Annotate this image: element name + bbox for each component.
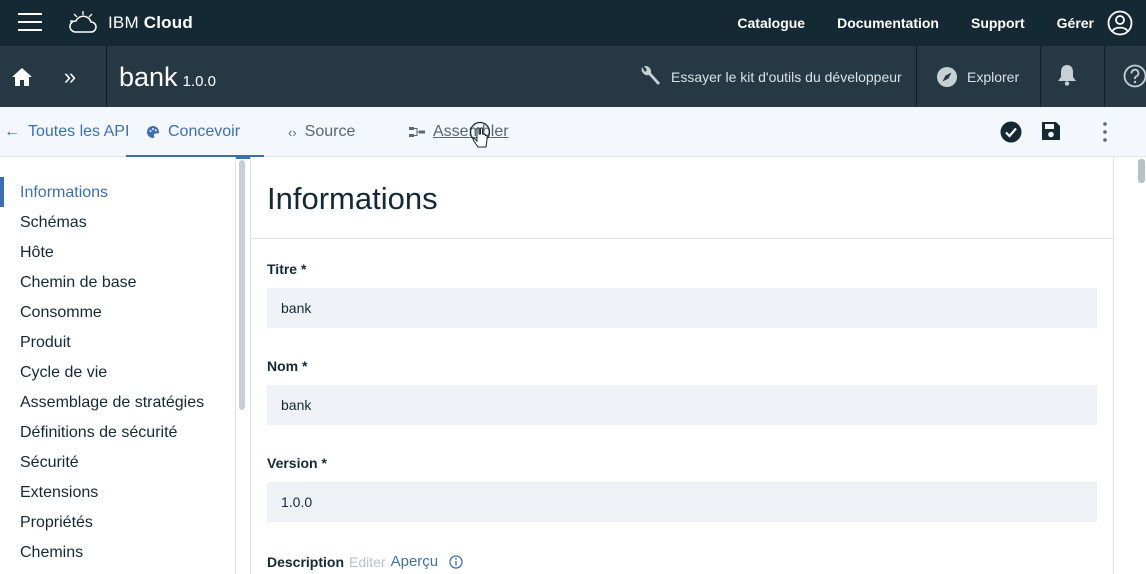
section-title: Informations: [267, 181, 438, 216]
sidebar-item-extensions[interactable]: Extensions: [20, 484, 98, 502]
api-name: bank: [119, 62, 178, 92]
hand-pointer-cursor-icon: [470, 121, 490, 148]
compass-icon: [937, 66, 957, 87]
home-icon: [12, 67, 32, 86]
active-item-indicator: [0, 177, 4, 207]
description-header: Description Editer Aperçu: [267, 553, 463, 570]
sidebar-item-paths[interactable]: Chemins: [20, 544, 83, 562]
divider: [1040, 46, 1041, 107]
overflow-menu-icon[interactable]: [1097, 121, 1113, 143]
sidebar-item-host[interactable]: Hôte: [20, 244, 54, 262]
back-link-label: Toutes les API: [28, 123, 130, 140]
nav-support[interactable]: Support: [971, 15, 1025, 31]
tab-source-label: Source: [304, 123, 356, 140]
sidebar-item-base-path[interactable]: Chemin de base: [20, 274, 137, 292]
page-scrollbar-thumb[interactable]: [1138, 159, 1145, 183]
tab-designer-label: Concevoir: [168, 123, 241, 140]
api-header: » bank 1.0.0 Essayer le kit d'outils du …: [0, 46, 1146, 107]
divider: [916, 46, 917, 107]
expand-button[interactable]: »: [50, 46, 90, 107]
sidebar-item-produces[interactable]: Produit: [20, 334, 71, 352]
sidebar-item-informations[interactable]: Informations: [20, 184, 108, 202]
sidebar-item-consumes[interactable]: Consomme: [20, 304, 102, 322]
design-sections-sidebar: Informations Schémas Hôte Chemin de base…: [0, 157, 236, 574]
divider: [251, 238, 1113, 239]
nav-documentation[interactable]: Documentation: [837, 15, 939, 31]
editor-tab-bar: ← Toutes les API Concevoir ‹› Source Ass…: [0, 107, 1146, 159]
name-field-label: Nom *: [267, 358, 308, 374]
brand-name: IBM Cloud: [108, 13, 193, 32]
hamburger-menu-icon[interactable]: [18, 13, 42, 33]
version-field-label: Version *: [267, 455, 327, 471]
tab-designer[interactable]: Concevoir: [126, 107, 264, 159]
nav-manage[interactable]: Gérer: [1057, 15, 1094, 31]
api-title: bank 1.0.0: [119, 62, 216, 93]
palette-icon: [147, 126, 159, 138]
info-form-panel: Informations Titre * Nom * Version * Des…: [250, 157, 1114, 574]
description-preview-tab[interactable]: Aperçu: [391, 553, 439, 570]
title-field-label: Titre *: [267, 261, 307, 277]
version-input[interactable]: [267, 482, 1097, 522]
explore-button[interactable]: Explorer: [936, 46, 1019, 107]
developer-toolkit-label: Essayer le kit d'outils du développeur: [671, 68, 902, 85]
top-header: IBM Cloud Catalogue Documentation Suppor…: [0, 0, 1146, 46]
help-icon[interactable]: [1123, 64, 1146, 88]
description-label: Description: [267, 553, 345, 570]
api-version: 1.0.0: [182, 73, 216, 90]
arrow-left-icon: ←: [4, 123, 20, 140]
sidebar-scrollbar[interactable]: [239, 160, 245, 410]
sidebar-item-schemas[interactable]: Schémas: [20, 214, 87, 232]
divider: [1104, 46, 1105, 107]
page-scrollbar[interactable]: [1137, 157, 1146, 574]
ibm-cloud-logo[interactable]: IBM Cloud: [68, 9, 193, 37]
home-button[interactable]: [0, 46, 44, 107]
tab-source[interactable]: ‹› Source: [288, 107, 355, 157]
validate-checkmark-icon[interactable]: [1000, 121, 1022, 143]
top-navigation: Catalogue Documentation Support Gérer: [737, 0, 1094, 46]
sidebar-item-policy-assembly[interactable]: Assemblage de stratégies: [20, 394, 204, 412]
divider: [106, 46, 107, 107]
nav-catalogue[interactable]: Catalogue: [737, 15, 805, 31]
double-chevron-right-icon: »: [63, 63, 77, 89]
assemble-flow-icon: [409, 127, 425, 137]
sidebar-item-lifecycle[interactable]: Cycle de vie: [20, 364, 107, 382]
description-edit-tab[interactable]: Editer: [349, 554, 386, 570]
sidebar-item-security-definitions[interactable]: Définitions de sécurité: [20, 424, 177, 442]
sidebar-item-security[interactable]: Sécurité: [20, 454, 79, 472]
explore-label: Explorer: [967, 68, 1020, 85]
name-input[interactable]: [267, 385, 1097, 425]
code-brackets-icon: ‹›: [288, 124, 297, 140]
save-icon[interactable]: [1041, 121, 1061, 141]
sidebar-item-properties[interactable]: Propriétés: [20, 514, 93, 532]
title-input[interactable]: [267, 288, 1097, 328]
user-avatar-icon[interactable]: [1107, 10, 1133, 36]
info-icon[interactable]: [449, 554, 463, 569]
notification-bell-icon[interactable]: [1057, 64, 1077, 86]
cloud-logo-icon: [69, 11, 97, 33]
back-to-all-apis-link[interactable]: ← Toutes les API: [4, 107, 129, 157]
wrench-icon: [641, 65, 660, 85]
developer-toolkit-button[interactable]: Essayer le kit d'outils du développeur: [638, 46, 902, 107]
tab-assemble[interactable]: Assembler: [409, 107, 509, 157]
